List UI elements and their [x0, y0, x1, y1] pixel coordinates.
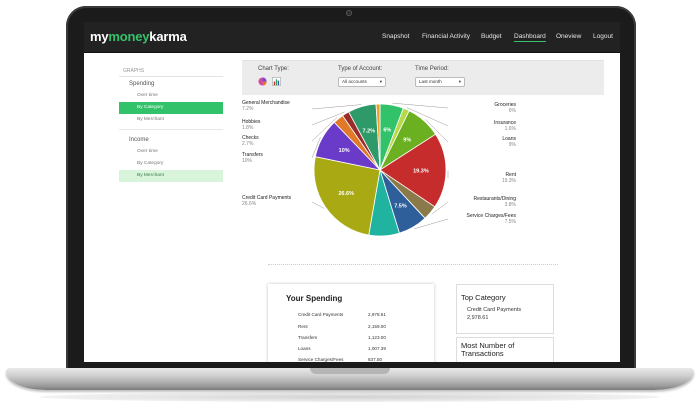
label-pct: 2.7%	[242, 141, 254, 147]
spending-row: Credit Card Payments 2,978.61	[298, 312, 410, 317]
label-pct: 10%	[242, 158, 253, 164]
pie-slice-value-label: 7.5%	[394, 203, 407, 209]
spending-row-name: Loans	[298, 346, 311, 351]
spending-row-amount: 1,123.00	[368, 335, 386, 340]
legend-right-insurance: Insurance 1.6%	[436, 120, 516, 132]
spending-row-name: Credit Card Payments	[298, 312, 344, 317]
spending-row-amount: 837.50	[368, 357, 383, 362]
legend-left-general-merchandise: General Merchandise 7.2%	[242, 100, 290, 112]
legend-right-restaurants-dining: Restaurants/Dining 3.8%	[436, 196, 516, 208]
legend-left-hobbies: Hobbies 1.8%	[242, 119, 260, 131]
top-category-title: Top Category	[461, 293, 506, 302]
legend-right-loans: Loans 9%	[436, 136, 516, 148]
spending-row: Rent 2,159.00	[298, 324, 410, 329]
pie-slice-value-label: 7.2%	[363, 129, 376, 135]
spending-row: Loans 1,007.39	[298, 346, 410, 351]
label-pct: 19.3%	[501, 178, 516, 184]
spending-row: Service Charges/Fees 837.50	[298, 357, 410, 362]
spending-row-name: Rent	[298, 324, 308, 329]
pie-leader-line	[311, 201, 324, 209]
label-pct: 7.5%	[504, 219, 516, 225]
top-category-amount: 2,978.61	[467, 315, 489, 321]
spending-card-title: Your Spending	[286, 294, 343, 303]
legend-left-credit-card-payments: Credit Card Payments 26.6%	[242, 195, 291, 207]
pie-slice-value-label: 9%	[403, 137, 411, 143]
legend-right-rent: Rent 19.3%	[436, 172, 516, 184]
top-category-name: Credit Card Payments	[467, 307, 522, 313]
label-pct: 9%	[508, 142, 516, 148]
spending-row: Transfers 1,123.00	[298, 335, 410, 340]
laptop-notch	[310, 368, 390, 374]
legend-right-service-charges: Service Charges/Fees 7.5%	[436, 213, 516, 225]
pie-leader-line	[311, 104, 362, 110]
legend-left-checks: Checks 2.7%	[242, 135, 259, 147]
most-transactions-title: Most Number of Transactions	[461, 341, 515, 358]
label-pct: 7.2%	[242, 106, 254, 112]
your-spending-card: Your Spending Credit Card Payments 2,978…	[268, 284, 434, 362]
spending-pie-chart: 6% 9% 19.3% 7.5% 26.6% 10% 7.2%	[311, 102, 449, 237]
top-category-card: Top Category Credit Card Payments 2,978.…	[456, 284, 554, 334]
label-pct: 1.8%	[242, 125, 254, 131]
label-pct: 3.8%	[504, 202, 516, 208]
spending-row-amount: 2,978.61	[368, 312, 386, 317]
screen: mymoneykarma Snapshot Financial Activity…	[84, 22, 620, 362]
spending-row-name: Service Charges/Fees	[298, 357, 344, 362]
pie-slice-value-label: 10%	[339, 148, 350, 154]
legend-right-groceries: Groceries 6%	[436, 102, 516, 114]
spending-row-amount: 2,159.00	[368, 324, 386, 329]
pie-slice-value-label: 6%	[383, 128, 391, 134]
camera-icon	[346, 10, 352, 16]
label-pct: 26.6%	[242, 201, 257, 207]
laptop-shadow	[40, 392, 660, 402]
pie-slice-value-label: 26.6%	[338, 191, 354, 197]
legend-left-transfers: Transfers 10%	[242, 152, 263, 164]
section-divider	[268, 264, 558, 265]
label-pct: 6%	[508, 108, 516, 114]
pie-slice-value-label: 19.3%	[413, 168, 429, 174]
spending-row-name: Transfers	[298, 335, 318, 340]
label-pct: 1.6%	[504, 126, 516, 132]
spending-row-amount: 1,007.39	[368, 346, 386, 351]
most-transactions-card: Most Number of Transactions	[456, 337, 554, 362]
